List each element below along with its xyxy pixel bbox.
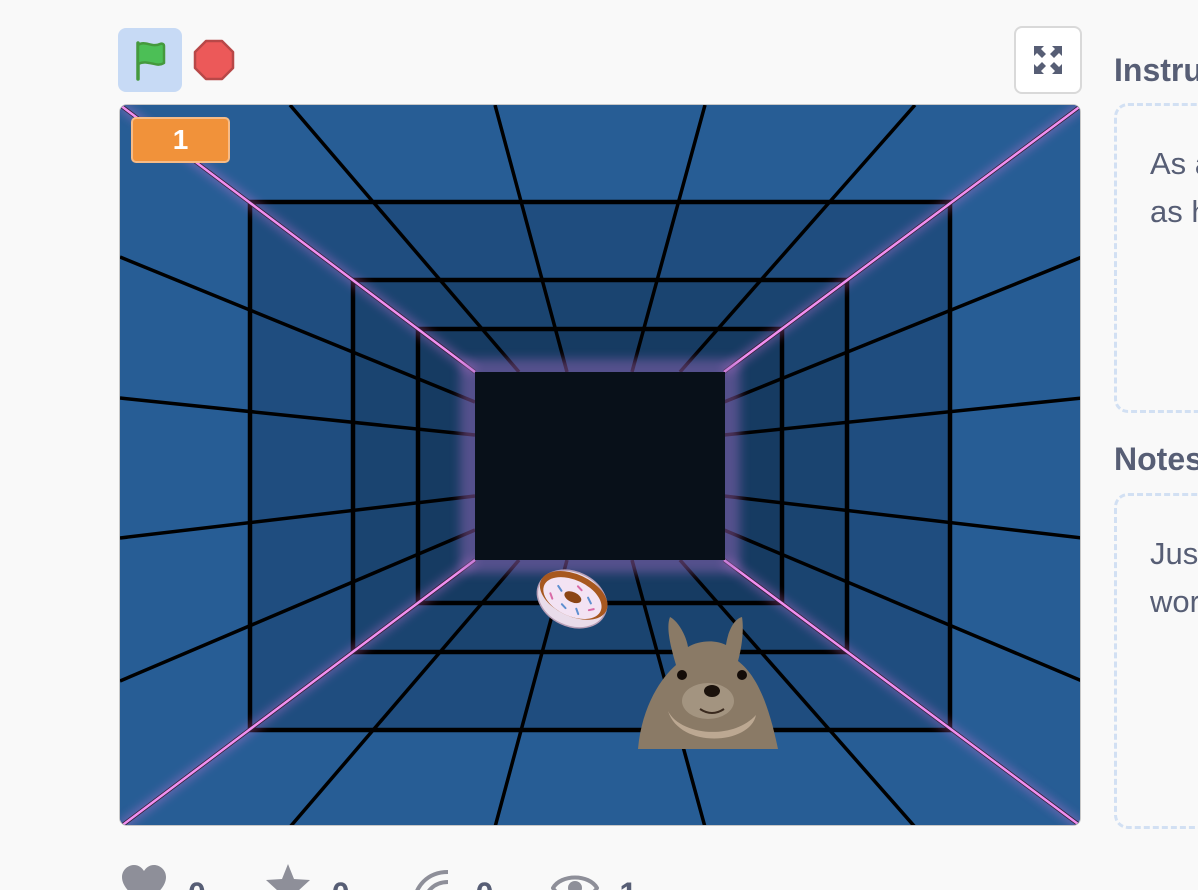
stop-sign-icon [193, 39, 235, 81]
fullscreen-icon [1034, 46, 1062, 74]
score-monitor: 1 [131, 117, 230, 163]
tunnel-end [475, 372, 725, 560]
heart-icon [122, 865, 166, 890]
notes-box[interactable]: Jus wor [1114, 493, 1198, 829]
instructions-heading: Instru [1114, 52, 1198, 88]
favorite-count: 0 [332, 876, 350, 890]
notes-line-1: Jus [1150, 536, 1198, 571]
notes-heading: Notes [1114, 441, 1198, 477]
favorite-stat[interactable]: 0 [264, 862, 350, 890]
remix-icon [415, 870, 448, 890]
remix-count: 0 [476, 876, 494, 890]
green-flag-button[interactable] [118, 28, 182, 92]
project-player: 1 Instru As a as h Notes Jus wor 0 0 [0, 0, 1198, 890]
love-stat[interactable]: 0 [120, 862, 206, 890]
love-count: 0 [188, 876, 206, 890]
star-icon [265, 864, 310, 890]
fullscreen-button[interactable] [1014, 26, 1082, 94]
instructions-box[interactable]: As a as h [1114, 103, 1198, 413]
stop-button[interactable] [190, 36, 238, 84]
view-count: 1 [619, 876, 637, 890]
notes-line-2: wor [1150, 584, 1198, 619]
eye-icon [551, 875, 600, 890]
remix-stat[interactable]: 0 [408, 862, 494, 890]
game-stage[interactable]: 1 [119, 104, 1081, 826]
instructions-line-1: As a [1150, 146, 1198, 181]
view-stat: 1 [551, 862, 637, 890]
project-stats: 0 0 0 1 [120, 862, 695, 890]
instructions-line-2: as h [1150, 194, 1198, 229]
green-flag-icon [136, 41, 166, 81]
tunnel-backdrop [120, 105, 1080, 825]
